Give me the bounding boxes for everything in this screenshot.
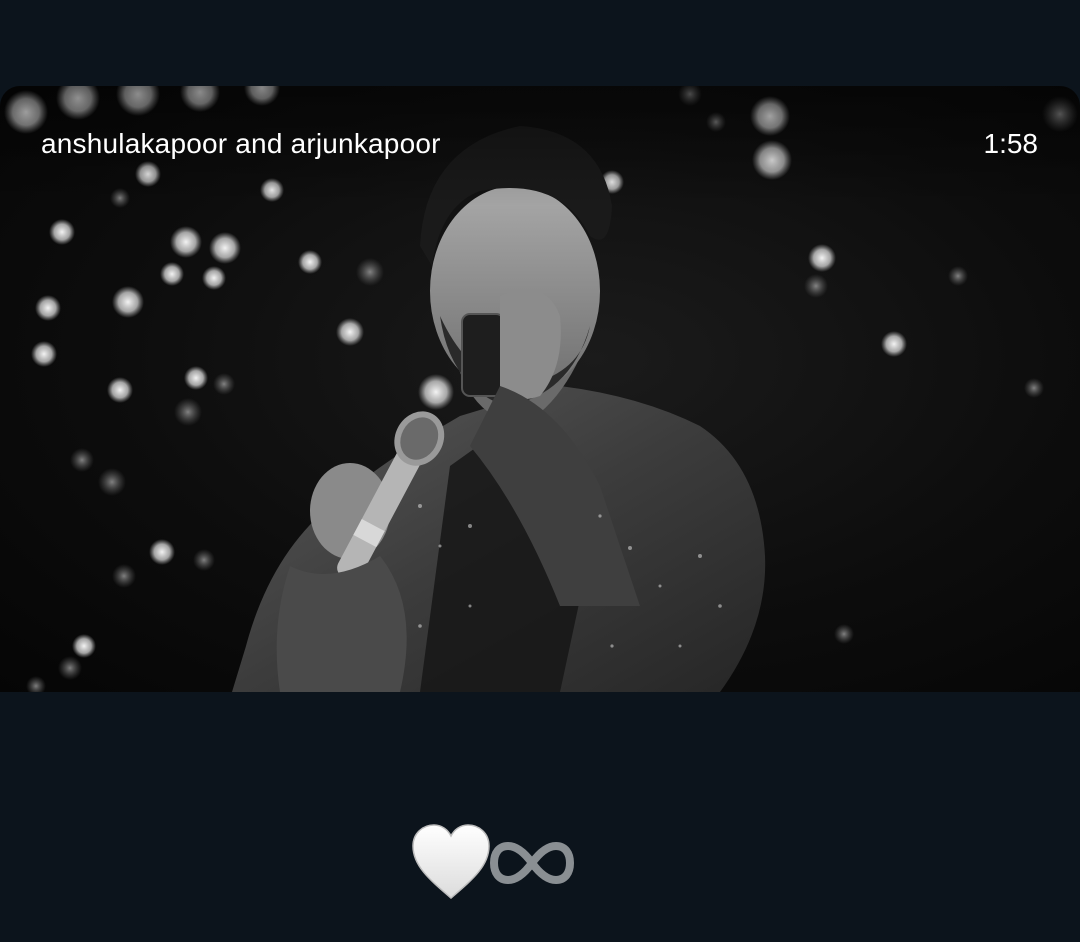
video-duration: 1:58 [983, 128, 1039, 159]
white-heart-icon [412, 824, 490, 899]
video-player[interactable]: anshulakapoor and arjunkapoor 1:58 [0, 86, 1080, 692]
story-caption[interactable]: anshulakapoor and arjunkapoor [41, 128, 441, 160]
story-screen: anshulakapoor and arjunkapoor 1:58 [0, 0, 1080, 942]
infinity-icon [490, 841, 574, 885]
performer [232, 126, 766, 692]
reaction-emojis [410, 822, 580, 906]
